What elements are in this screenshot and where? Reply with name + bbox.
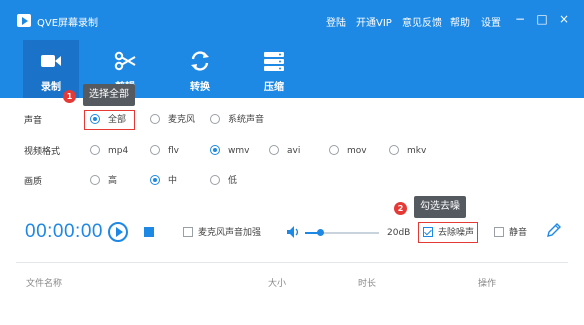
radio-button [210,144,220,155]
radio-button [210,113,220,124]
radio-label: 中 [168,176,178,186]
callout-badge-2: 2 [394,202,407,215]
radio-label: avi [287,146,301,156]
column-header-actions: 操作 [478,279,497,289]
radio-label: 全部 [108,115,127,125]
callout-badge-1: 1 [63,90,76,103]
radio-audio-mic[interactable]: 麦克风 [150,113,195,127]
pencil-icon[interactable] [546,222,562,238]
radio-label: 麦克风 [168,115,196,125]
menu-help[interactable]: 帮助 [450,14,470,29]
checkbox-label: 去除噪声 [438,228,475,238]
compress-icon [264,52,284,71]
play-icon[interactable] [108,222,128,242]
radio-button [90,174,100,185]
radio-label: 高 [108,176,118,186]
radio-button [150,174,160,185]
minimize-button[interactable]: − [513,12,527,26]
tab-label: 压缩 [264,82,284,93]
radio-button [150,144,160,155]
mic-boost-checkbox[interactable]: 麦克风声音加强 [183,226,261,240]
radio-quality-medium[interactable]: 中 [150,174,177,188]
radio-label: mp4 [108,146,129,156]
menu-settings[interactable]: 设置 [481,14,501,29]
tab-convert[interactable]: 转换 [172,40,228,98]
radio-label: mkv [407,146,427,156]
recording-timer: 00:00:00 [25,221,103,242]
stop-icon[interactable] [144,227,154,237]
callout-tooltip-1: 选择全部 [83,84,135,106]
refresh-icon [191,51,209,71]
radio-format-wmv[interactable]: wmv [210,144,249,158]
radio-button [90,113,100,124]
column-header-filename: 文件名称 [26,279,63,289]
radio-format-flv[interactable]: flv [150,144,179,158]
radio-label: mov [347,146,367,156]
column-header-duration: 时长 [358,279,377,289]
close-button[interactable]: × [557,12,571,26]
app-title: QVE屏幕录制 [37,18,99,29]
scissors-icon [114,51,136,71]
radio-audio-system[interactable]: 系统声音 [210,113,264,127]
radio-format-avi[interactable]: avi [269,144,300,158]
app-logo-icon [17,14,31,27]
callout-tooltip-2: 勾选去噪 [414,196,466,218]
radio-format-mov[interactable]: mov [329,144,367,158]
checkbox-label: 静音 [509,228,528,238]
volume-value: 20dB [387,228,411,238]
radio-label: 系统声音 [228,115,265,125]
denoise-checkbox[interactable]: 去除噪声 [423,226,474,240]
radio-quality-low[interactable]: 低 [210,174,237,188]
radio-format-mkv[interactable]: mkv [389,144,426,158]
format-label: 视频格式 [24,147,61,157]
radio-button [269,144,279,155]
radio-button [329,144,339,155]
radio-button [389,144,399,155]
radio-button [150,113,160,124]
title-bar: QVE屏幕录制 登陆 开通VIP 意见反馈 帮助 设置 − □ × [0,0,584,36]
checkbox-label: 麦克风声音加强 [198,228,262,238]
radio-label: 低 [228,176,238,186]
radio-label: wmv [228,146,250,156]
mute-checkbox[interactable]: 静音 [494,226,527,240]
radio-audio-all[interactable]: 全部 [90,113,126,127]
checkbox-box [183,226,193,237]
radio-label: flv [168,146,179,156]
column-header-size: 大小 [268,279,287,289]
video-camera-icon [41,55,61,67]
volume-icon[interactable] [287,226,301,238]
checkbox-box [423,226,433,237]
quality-label: 画质 [24,177,43,187]
radio-button [210,174,220,185]
menu-vip[interactable]: 开通VIP [356,14,392,29]
menu-login[interactable]: 登陆 [326,14,346,29]
tab-compress[interactable]: 压缩 [246,40,302,98]
radio-button [90,144,100,155]
radio-format-mp4[interactable]: mp4 [90,144,128,158]
audio-label: 声音 [24,116,43,126]
menu-feedback[interactable]: 意见反馈 [402,14,442,29]
radio-quality-high[interactable]: 高 [90,174,117,188]
volume-slider-thumb[interactable] [316,229,324,236]
checkbox-box [494,226,504,237]
divider [16,262,568,263]
volume-slider[interactable] [305,229,379,236]
maximize-button[interactable]: □ [535,12,549,26]
tab-label: 转换 [190,82,210,93]
